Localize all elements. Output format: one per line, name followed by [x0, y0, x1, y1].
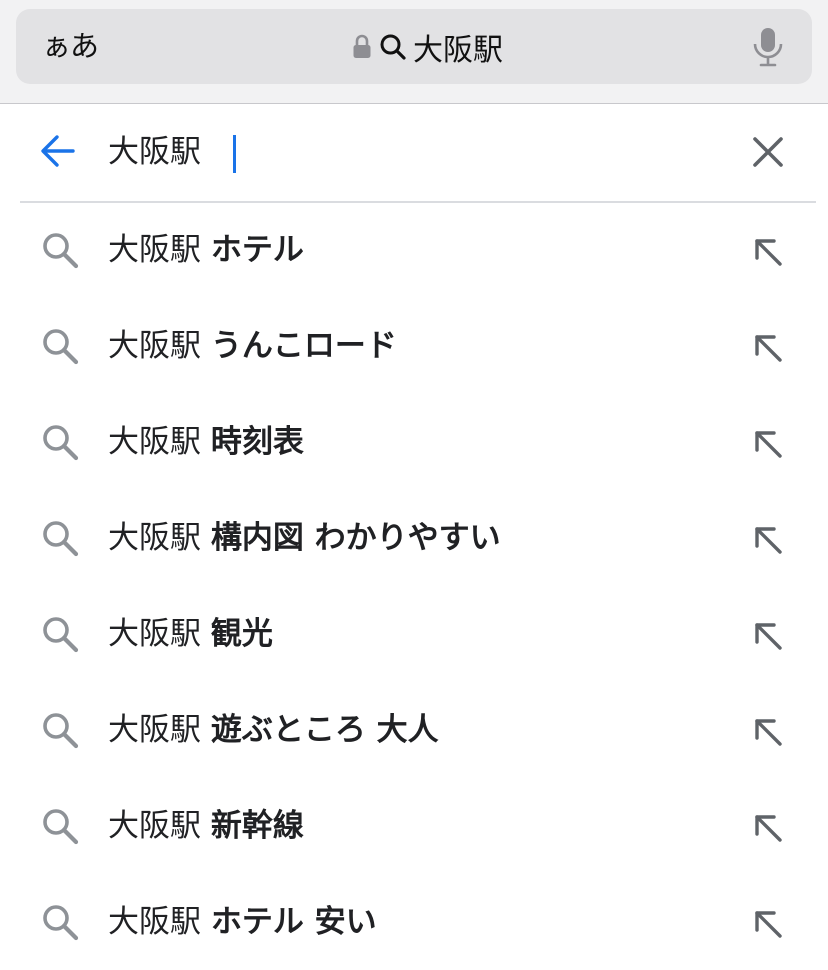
lock-icon [352, 33, 372, 61]
suggestion-item[interactable]: 大阪駅 構内図 わかりやすい [0, 490, 828, 586]
suggestion-item[interactable]: 大阪駅 遊ぶところ 大人 [0, 682, 828, 778]
search-icon [40, 422, 80, 462]
suggestion-prefix: 大阪駅 [108, 808, 201, 844]
suggestion-text: 大阪駅 構内図 わかりやすい [108, 490, 501, 586]
suggestion-suffix: 遊ぶところ 大人 [210, 712, 439, 748]
fill-query-arrow-icon[interactable] [748, 232, 788, 272]
fill-query-arrow-icon[interactable] [748, 328, 788, 368]
search-icon [40, 902, 80, 942]
suggestion-prefix: 大阪駅 [108, 232, 201, 268]
fill-query-arrow-icon[interactable] [748, 808, 788, 848]
close-icon[interactable] [750, 134, 786, 170]
suggestion-prefix: 大阪駅 [108, 520, 201, 556]
suggestion-item[interactable]: 大阪駅 時刻表 [0, 394, 828, 490]
suggestion-item[interactable]: 大阪駅 ホテル 安い [0, 874, 828, 970]
fill-query-arrow-icon[interactable] [748, 616, 788, 656]
browser-toolbar: ぁあ 大阪駅 [0, 0, 828, 104]
back-arrow-icon[interactable] [38, 131, 78, 171]
suggestion-text: 大阪駅 ホテル 安い [108, 874, 377, 970]
suggestion-suffix: 時刻表 [210, 424, 304, 460]
suggestion-prefix: 大阪駅 [108, 616, 201, 652]
suggestion-prefix: 大阪駅 [108, 424, 201, 460]
microphone-icon[interactable] [750, 26, 786, 68]
suggestion-item[interactable]: 大阪駅 ホテル [0, 202, 828, 298]
address-text: 大阪駅 [413, 32, 503, 68]
suggestion-suffix: 構内図 わかりやすい [210, 520, 501, 556]
search-input[interactable]: 大阪駅 [108, 128, 201, 176]
search-icon [40, 326, 80, 366]
suggestion-text: 大阪駅 時刻表 [108, 394, 304, 490]
suggestion-suffix: 観光 [210, 616, 273, 652]
suggestion-text: 大阪駅 ホテル [108, 202, 304, 298]
search-icon [40, 806, 80, 846]
address-display[interactable]: 大阪駅 [352, 9, 503, 84]
suggestion-prefix: 大阪駅 [108, 712, 201, 748]
suggestion-suffix: 新幹線 [210, 808, 304, 844]
suggestion-text: 大阪駅 遊ぶところ 大人 [108, 682, 439, 778]
suggestion-item[interactable]: 大阪駅 新幹線 [0, 778, 828, 874]
suggestion-suffix: ホテル [210, 232, 304, 268]
fill-query-arrow-icon[interactable] [748, 712, 788, 752]
suggestion-item[interactable]: 大阪駅 観光 [0, 586, 828, 682]
suggestion-prefix: 大阪駅 [108, 904, 201, 940]
address-bar[interactable]: ぁあ 大阪駅 [16, 9, 812, 84]
search-icon [379, 32, 409, 62]
suggestion-text: 大阪駅 新幹線 [108, 778, 304, 874]
fill-query-arrow-icon[interactable] [748, 520, 788, 560]
suggestion-suffix: ホテル 安い [210, 904, 377, 940]
suggestion-prefix: 大阪駅 [108, 328, 201, 364]
fill-query-arrow-icon[interactable] [748, 424, 788, 464]
search-icon [40, 614, 80, 654]
suggestion-list: 大阪駅 ホテル 大阪駅 うんこロード 大阪駅 時刻表 大阪駅 構内図 わかりやす… [0, 202, 828, 970]
fill-query-arrow-icon[interactable] [748, 904, 788, 944]
page-settings-button[interactable]: ぁあ [42, 9, 99, 84]
search-icon [40, 710, 80, 750]
text-cursor [233, 135, 236, 173]
suggestion-suffix: うんこロード [210, 328, 397, 364]
search-icon [40, 230, 80, 270]
suggestion-text: 大阪駅 うんこロード [108, 298, 397, 394]
suggestion-item[interactable]: 大阪駅 うんこロード [0, 298, 828, 394]
suggestion-text: 大阪駅 観光 [108, 586, 273, 682]
search-box: 大阪駅 [20, 104, 816, 203]
search-icon [40, 518, 80, 558]
